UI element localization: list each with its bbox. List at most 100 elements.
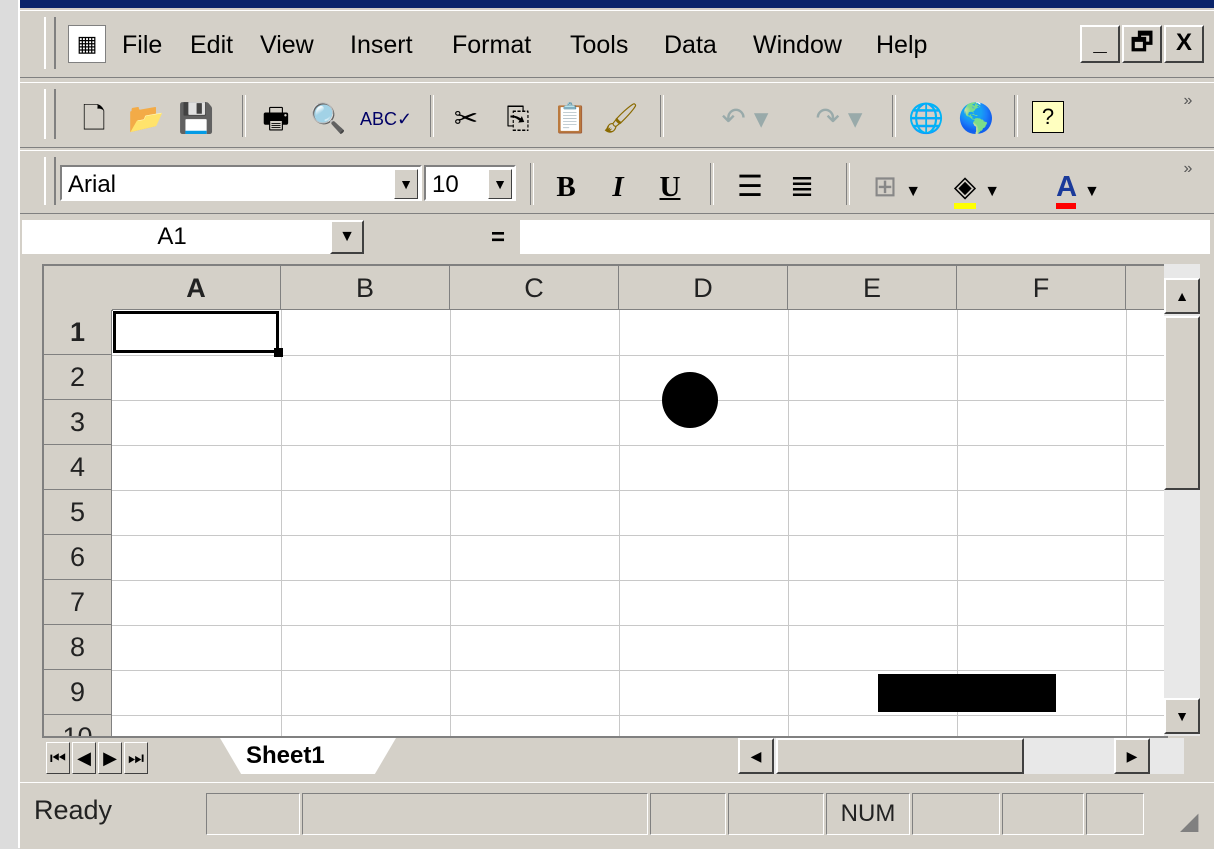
fill-color-icon[interactable]: ◈ ▼: [942, 169, 1012, 209]
scroll-up-arrow-icon[interactable]: ▲: [1164, 278, 1200, 314]
row-header[interactable]: 6: [44, 535, 112, 580]
underline-button[interactable]: U: [652, 169, 688, 205]
save-icon[interactable]: 💾: [178, 101, 214, 137]
first-sheet-icon[interactable]: ⏮: [46, 742, 70, 774]
font-size-box[interactable]: 10 ▼: [424, 165, 516, 201]
borders-icon[interactable]: ⊞ ▼: [862, 169, 932, 205]
center-icon[interactable]: ≣: [784, 169, 820, 205]
row-header[interactable]: 8: [44, 625, 112, 670]
row-header[interactable]: 2: [44, 355, 112, 400]
chevron-down-icon[interactable]: ▼: [488, 169, 512, 199]
menu-edit[interactable]: Edit: [190, 31, 233, 60]
formula-input[interactable]: [520, 220, 1210, 254]
gridline: [112, 670, 1166, 671]
column-header[interactable]: [1126, 266, 1166, 310]
standard-toolbar: 🗋 📂 💾 🖶 🔍 ABC✓ ✂ ⎘ 📋 🖌 ↶ ▾ ↷ ▾ 🌐 🌎 ? »: [20, 82, 1214, 148]
formula-bar: A1 ▼ =: [20, 216, 1214, 258]
menu-bar: ▦ File Edit View Insert Format Tools Dat…: [20, 10, 1214, 78]
previous-sheet-icon[interactable]: ◀: [72, 742, 96, 774]
toolbar-separator: [846, 163, 850, 205]
minimize-button[interactable]: _: [1080, 25, 1120, 63]
spelling-icon[interactable]: ABC✓: [360, 101, 412, 137]
last-sheet-icon[interactable]: ⏭: [124, 742, 148, 774]
name-box[interactable]: A1: [22, 220, 360, 254]
toolbar-separator: [660, 95, 664, 137]
help-icon[interactable]: ?: [1032, 101, 1064, 133]
toolbar-grip[interactable]: [44, 89, 56, 139]
hyperlink-icon[interactable]: 🌎: [958, 101, 994, 137]
scroll-right-arrow-icon[interactable]: ▶: [1114, 738, 1150, 774]
menu-view[interactable]: View: [260, 31, 314, 60]
menu-format[interactable]: Format: [452, 31, 531, 60]
italic-button[interactable]: I: [600, 169, 636, 205]
column-header[interactable]: D: [619, 266, 788, 310]
row-header[interactable]: 3: [44, 400, 112, 445]
menu-file[interactable]: File: [122, 31, 162, 60]
paste-icon[interactable]: 📋: [552, 101, 588, 137]
gridline: [112, 625, 1166, 626]
column-header[interactable]: F: [957, 266, 1126, 310]
more-buttons-icon[interactable]: »: [1170, 151, 1206, 187]
horizontal-scrollbar[interactable]: ◀ ▶: [738, 738, 1184, 774]
align-left-icon[interactable]: ☰: [732, 169, 768, 205]
next-sheet-icon[interactable]: ▶: [98, 742, 122, 774]
chevron-down-icon[interactable]: ▼: [330, 220, 364, 254]
menu-help[interactable]: Help: [876, 31, 927, 60]
close-button[interactable]: X: [1164, 25, 1204, 63]
row-header[interactable]: 7: [44, 580, 112, 625]
more-buttons-icon[interactable]: »: [1170, 83, 1206, 119]
menu-grip[interactable]: [44, 17, 56, 69]
select-all-button[interactable]: [44, 266, 113, 311]
bold-button[interactable]: B: [548, 169, 584, 205]
vertical-scrollbar[interactable]: ▲ ▼: [1164, 264, 1200, 736]
restore-button[interactable]: 🗗: [1122, 25, 1162, 63]
worksheet-grid[interactable]: A B C D E F 1 2 3 4 5 6 7 8 9 10: [42, 264, 1168, 738]
resize-grip-icon[interactable]: ◢: [1180, 807, 1198, 836]
cut-icon[interactable]: ✂: [448, 101, 484, 137]
open-icon[interactable]: 📂: [128, 101, 164, 137]
format-painter-icon[interactable]: 🖌: [602, 101, 639, 137]
toolbar-grip[interactable]: [44, 157, 56, 205]
scroll-thumb[interactable]: [776, 738, 1024, 774]
font-color-icon[interactable]: A ▼: [1038, 169, 1118, 209]
copy-icon[interactable]: ⎘: [500, 101, 536, 137]
scroll-thumb[interactable]: [1164, 316, 1200, 490]
column-header[interactable]: E: [788, 266, 957, 310]
column-header[interactable]: B: [281, 266, 450, 310]
column-header[interactable]: A: [112, 266, 281, 310]
menu-data[interactable]: Data: [664, 31, 717, 60]
sheet-tab-bar: ⏮ ◀ ▶ ⏭ Sheet1 ◀ ▶: [42, 738, 1212, 778]
edit-formula-button[interactable]: =: [480, 224, 516, 252]
toolbar-separator: [530, 163, 534, 205]
sheet-tab[interactable]: Sheet1: [220, 738, 396, 774]
menu-insert[interactable]: Insert: [350, 31, 413, 60]
scroll-down-arrow-icon[interactable]: ▼: [1164, 698, 1200, 734]
excel-document-icon[interactable]: ▦: [68, 25, 106, 63]
new-icon[interactable]: 🗋: [76, 101, 112, 137]
toolbar-separator: [892, 95, 896, 137]
toolbar-separator: [710, 163, 714, 205]
black-rectangle-shape: [878, 674, 1056, 712]
font-name-box[interactable]: Arial ▼: [60, 165, 422, 201]
chevron-down-icon[interactable]: ▼: [394, 169, 418, 199]
undo-icon[interactable]: ↶ ▾: [710, 101, 780, 137]
row-header[interactable]: 5: [44, 490, 112, 535]
redo-icon[interactable]: ↷ ▾: [804, 101, 874, 137]
font-name-value: Arial: [68, 171, 117, 198]
print-preview-icon[interactable]: 🔍: [310, 101, 346, 137]
scroll-left-arrow-icon[interactable]: ◀: [738, 738, 774, 774]
row-header[interactable]: 10: [44, 715, 112, 736]
row-header[interactable]: 9: [44, 670, 112, 715]
gridline: [112, 715, 1166, 716]
menu-tools[interactable]: Tools: [570, 31, 628, 60]
gridline: [450, 310, 451, 736]
web-icon[interactable]: 🌐: [908, 101, 944, 137]
row-header[interactable]: 4: [44, 445, 112, 490]
fill-handle[interactable]: [274, 348, 283, 357]
menu-window[interactable]: Window: [753, 31, 842, 60]
print-icon[interactable]: 🖶: [258, 101, 294, 137]
column-header[interactable]: C: [450, 266, 619, 310]
row-header[interactable]: 1: [44, 310, 112, 355]
status-panel: [1002, 793, 1084, 835]
active-cell-a1[interactable]: [113, 311, 279, 353]
